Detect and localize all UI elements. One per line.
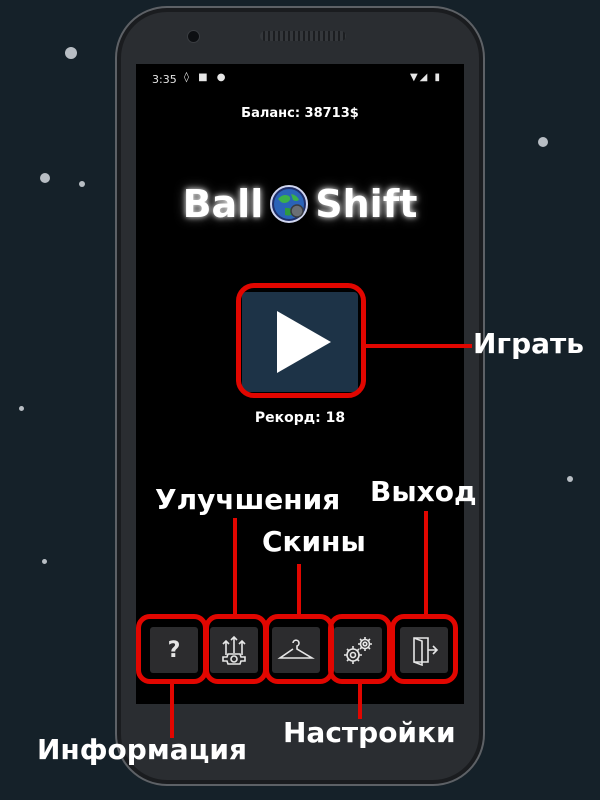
- exit-door-icon: [413, 637, 439, 666]
- exit-button[interactable]: [400, 627, 448, 673]
- upgrade-arrows-gear-icon: [222, 635, 246, 665]
- gears-icon: [344, 637, 372, 664]
- status-signal-battery-icons: ▼◢ ▮: [409, 72, 442, 83]
- earpiece-speaker: [260, 31, 346, 41]
- status-notification-icons: ◊ ■ ●: [184, 72, 229, 83]
- callout-info: Информация: [37, 733, 247, 766]
- callout-exit: Выход: [370, 475, 477, 508]
- title-word-shift: Shift: [315, 182, 418, 226]
- skins-button[interactable]: [272, 627, 320, 673]
- balance-label: Баланс: 38713$: [241, 106, 359, 121]
- play-icon: [277, 311, 331, 373]
- status-bar: 3:35 ◊ ■ ● ▼◢ ▮: [136, 64, 464, 94]
- hanger-icon: [277, 639, 315, 659]
- callout-skins: Скины: [262, 525, 366, 558]
- callout-play: Играть: [473, 327, 584, 360]
- front-camera: [188, 31, 199, 42]
- play-button[interactable]: [242, 292, 358, 392]
- callout-upgrades: Улучшения: [155, 483, 341, 516]
- star: [42, 559, 47, 564]
- star: [40, 173, 50, 183]
- star: [567, 476, 573, 482]
- game-title: Ball Shift: [136, 182, 464, 226]
- star: [538, 137, 548, 147]
- title-word-ball: Ball: [182, 182, 264, 226]
- star: [65, 47, 77, 59]
- skins-connector: [297, 564, 301, 616]
- status-time: 3:35: [152, 73, 177, 86]
- callout-settings: Настройки: [283, 716, 456, 749]
- star: [79, 181, 85, 187]
- play-connector: [365, 344, 472, 348]
- info-connector: [170, 683, 174, 738]
- upgrades-button[interactable]: [210, 627, 258, 673]
- record-label: Рекорд: 18: [254, 410, 346, 426]
- upgrades-connector: [233, 518, 237, 615]
- settings-button[interactable]: [334, 627, 382, 673]
- question-icon: ?: [167, 637, 181, 663]
- globe-icon: [269, 184, 309, 224]
- info-button[interactable]: ?: [150, 627, 198, 673]
- settings-connector: [358, 683, 362, 719]
- exit-connector: [424, 511, 428, 615]
- star: [19, 406, 24, 411]
